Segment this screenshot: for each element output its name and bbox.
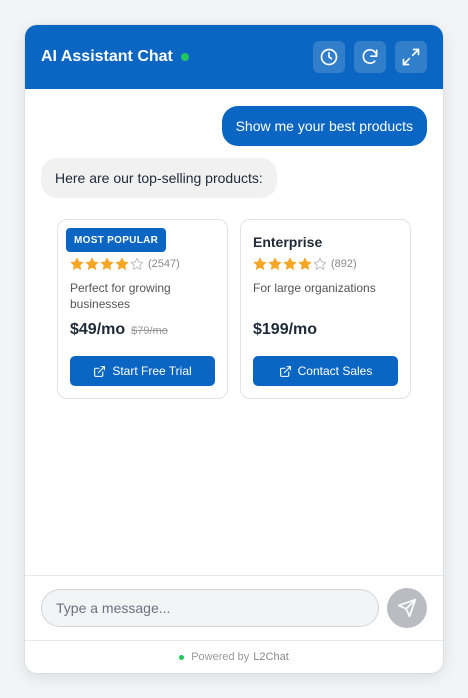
chat-widget: AI Assistant Chat Show me your best prod… xyxy=(25,25,443,673)
refresh-icon xyxy=(362,49,378,64)
star-rating: (892) xyxy=(253,257,357,271)
star-filled-icon xyxy=(70,257,84,270)
refresh-button[interactable] xyxy=(354,41,386,73)
star-filled-icon xyxy=(100,257,114,270)
history-button[interactable] xyxy=(313,41,345,73)
product-description: For large organizations xyxy=(253,281,376,295)
brand-name[interactable]: L2Chat xyxy=(253,651,288,663)
user-message: Show me your best products xyxy=(221,106,427,146)
star-rating: (2547) xyxy=(70,257,180,271)
star-empty-icon xyxy=(130,257,144,270)
star-filled-icon xyxy=(268,257,282,270)
star-empty-icon xyxy=(313,257,327,270)
powered-by-footer: Powered by L2Chat xyxy=(25,641,443,673)
start-free-trial-button[interactable]: Start Free Trial xyxy=(70,356,215,386)
cta-label: Start Free Trial xyxy=(112,364,192,378)
review-count: (2547) xyxy=(148,258,180,270)
star-filled-icon xyxy=(115,257,129,270)
product-card: MOST POPULAR (2547) Perfect for growing … xyxy=(57,219,228,399)
most-popular-badge: MOST POPULAR xyxy=(66,228,167,252)
header-actions xyxy=(313,41,427,73)
footer-status-dot xyxy=(179,654,185,660)
composer-divider xyxy=(25,575,443,576)
clock-icon xyxy=(320,48,338,66)
powered-by-label: Powered by xyxy=(191,651,250,663)
product-price: $49/mo xyxy=(70,321,126,338)
star-filled-icon xyxy=(85,257,99,270)
product-card: Enterprise (892) For large organizations… xyxy=(240,219,411,399)
star-filled-icon xyxy=(283,257,297,270)
product-name: Enterprise xyxy=(253,234,323,250)
original-price: $79/mo xyxy=(131,325,168,337)
price-row: $199/mo xyxy=(253,321,317,339)
expand-button[interactable] xyxy=(395,41,427,73)
star-filled-icon xyxy=(298,257,312,270)
chat-header: AI Assistant Chat xyxy=(25,25,443,89)
product-description: Perfect for growing businesses xyxy=(70,281,171,311)
send-icon xyxy=(397,598,417,618)
price-row: $49/mo $79/mo xyxy=(70,321,168,339)
expand-icon xyxy=(402,48,420,66)
review-count: (892) xyxy=(331,258,357,270)
cta-label: Contact Sales xyxy=(297,364,373,378)
online-status-dot xyxy=(180,53,189,61)
external-link-icon xyxy=(94,365,106,377)
external-link-icon xyxy=(279,365,291,377)
send-button[interactable] xyxy=(387,588,427,628)
star-filled-icon xyxy=(253,257,267,270)
assistant-message: Here are our top-selling products: xyxy=(41,158,277,198)
chat-title: AI Assistant Chat xyxy=(41,48,173,65)
product-price: $199/mo xyxy=(253,321,318,338)
message-input[interactable] xyxy=(41,589,379,627)
contact-sales-button[interactable]: Contact Sales xyxy=(253,356,398,386)
